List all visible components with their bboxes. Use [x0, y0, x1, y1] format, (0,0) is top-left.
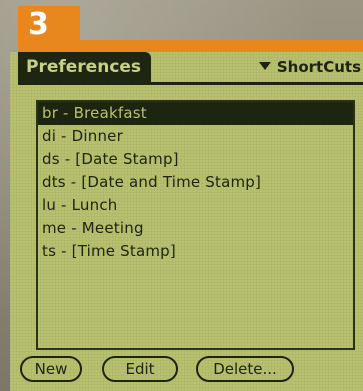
new-button[interactable]: New — [20, 356, 82, 382]
category-picker[interactable]: ShortCuts — [258, 52, 361, 82]
list-item[interactable]: lu - Lunch — [38, 194, 353, 217]
triangle-down-icon — [258, 62, 271, 70]
form-title: Preferences — [18, 52, 152, 82]
delete-button[interactable]: Delete... — [196, 356, 294, 382]
list-item[interactable]: ds - [Date Stamp] — [38, 148, 353, 171]
palm-screen: Preferences ShortCuts br - Breakfast di … — [10, 52, 363, 391]
list-item[interactable]: dts - [Date and Time Stamp] — [38, 171, 353, 194]
category-picker-label: ShortCuts — [276, 58, 361, 76]
list-item[interactable]: me - Meeting — [38, 217, 353, 240]
shortcut-list[interactable]: br - Breakfast di - Dinner ds - [Date St… — [36, 100, 355, 350]
list-item[interactable]: di - Dinner — [38, 125, 353, 148]
edit-button[interactable]: Edit — [102, 356, 178, 382]
title-bar: Preferences ShortCuts — [18, 52, 363, 85]
list-item[interactable]: ts - [Time Stamp] — [38, 240, 353, 263]
list-item[interactable]: br - Breakfast — [38, 102, 353, 125]
step-accent-bar — [18, 40, 363, 52]
